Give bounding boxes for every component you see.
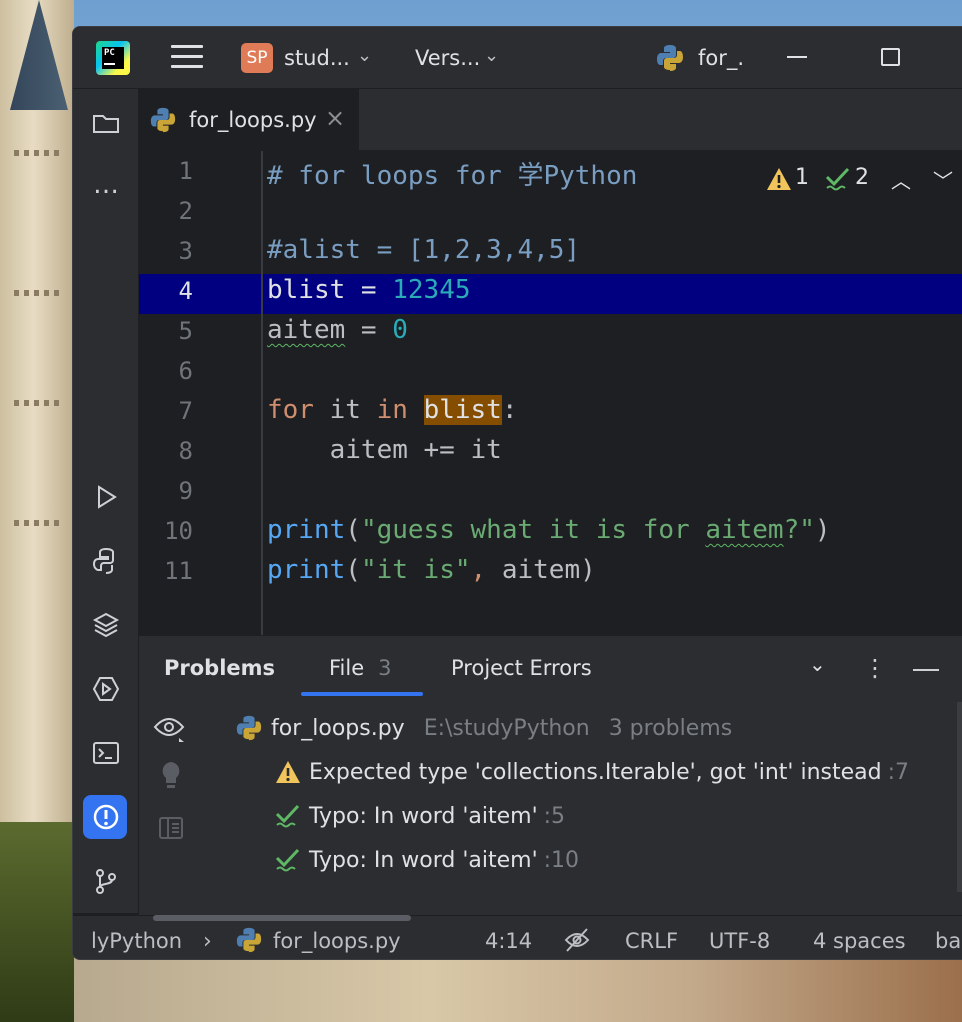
breadcrumb-separator: › xyxy=(203,929,212,954)
project-name[interactable]: stud... xyxy=(284,46,350,70)
eye-off-icon[interactable] xyxy=(563,926,591,954)
typos-count[interactable]: 2 xyxy=(855,165,869,190)
line-number: 3 xyxy=(178,237,193,265)
typo-check-icon xyxy=(275,804,300,828)
problem-item[interactable]: Typo: In word 'aitem':10 xyxy=(309,848,579,873)
python-console-icon[interactable] xyxy=(90,545,122,577)
git-icon[interactable] xyxy=(90,865,122,897)
line-number: 1 xyxy=(178,157,193,185)
caret-position[interactable]: 4:14 xyxy=(485,929,532,953)
tab-label: for_loops.py xyxy=(189,108,317,132)
editor-tabs: for_loops.py × ⋮ xyxy=(139,89,962,151)
tab-project-errors[interactable]: Project Errors xyxy=(451,656,592,680)
usage-highlight: blist xyxy=(423,395,502,425)
code-editor[interactable]: 1 2 3 4 5 6 7 8 9 10 11 # for loops for … xyxy=(139,151,962,635)
typo-aitem: aitem xyxy=(267,315,346,345)
eye-icon[interactable] xyxy=(153,714,187,744)
code-line-10: print("guess what it is for aitem?") xyxy=(267,515,831,545)
problem-item[interactable]: Typo: In word 'aitem':5 xyxy=(309,804,565,829)
chevron-down-icon[interactable]: ﹀ xyxy=(933,165,953,194)
tab-for-loops[interactable]: for_loops.py × xyxy=(139,89,359,151)
line-number-gutter: 1 2 3 4 5 6 7 8 9 10 11 xyxy=(139,151,263,635)
main-menu-icon[interactable] xyxy=(171,44,203,70)
tool-window-strip: … xyxy=(73,89,139,913)
python-file-icon xyxy=(236,927,262,953)
wallpaper-trees xyxy=(0,822,74,1022)
warnings-count[interactable]: 1 xyxy=(795,165,809,190)
code-line-5: aitem = 0 xyxy=(267,315,408,345)
line-number: 11 xyxy=(164,557,193,585)
panel-title: Problems xyxy=(164,656,276,680)
panel-options-icon[interactable]: ⋮ xyxy=(863,656,887,680)
warning-icon[interactable] xyxy=(766,167,792,191)
folder-icon[interactable] xyxy=(90,107,122,139)
indent-setting[interactable]: 4 spaces xyxy=(813,929,906,953)
wallpaper-castle-base xyxy=(74,958,962,1022)
typo-aitem: aitem xyxy=(705,515,784,545)
close-icon[interactable]: × xyxy=(325,104,345,132)
line-number: 9 xyxy=(178,477,193,505)
code-line-1: # for loops for 学Python xyxy=(267,161,638,191)
breadcrumb-file[interactable]: for_loops.py xyxy=(273,929,401,953)
minimize-button[interactable] xyxy=(787,56,807,58)
line-separator[interactable]: CRLF xyxy=(625,929,678,953)
code-line-11: print("it is", aitem) xyxy=(267,555,596,585)
problems-icon[interactable] xyxy=(90,801,122,833)
project-badge[interactable]: SP xyxy=(241,43,273,73)
file-encoding[interactable]: UTF-8 xyxy=(709,929,770,953)
line-number: 5 xyxy=(178,317,193,345)
run-icon[interactable] xyxy=(90,481,122,513)
code-line-8: aitem += it xyxy=(267,435,502,465)
chevron-up-icon[interactable]: ︿ xyxy=(891,165,911,194)
line-number: 2 xyxy=(178,197,193,225)
horizontal-scrollbar[interactable] xyxy=(153,915,411,921)
vcs-widget[interactable]: Vers... xyxy=(415,46,480,70)
code-line-3: #alist = [1,2,3,4,5] xyxy=(267,235,581,265)
line-number: 4 xyxy=(178,277,193,305)
python-file-icon xyxy=(236,715,262,741)
python-icon xyxy=(657,45,683,71)
breadcrumb-project[interactable]: lyPython xyxy=(91,929,182,953)
layers-icon[interactable] xyxy=(90,609,122,641)
line-number: 8 xyxy=(178,437,193,465)
typo-check-icon[interactable] xyxy=(825,167,851,191)
interpreter-widget[interactable]: ba xyxy=(935,929,961,953)
code-line-4: blist = 12345 xyxy=(267,275,471,305)
panel-scrollbar[interactable] xyxy=(957,702,962,892)
status-bar: lyPython › for_loops.py 4:14 CRLF UTF-8 … xyxy=(73,915,962,959)
preview-icon[interactable] xyxy=(157,814,185,842)
line-number: 6 xyxy=(178,357,193,385)
pycharm-logo-icon: PC xyxy=(96,41,130,75)
chevron-down-icon[interactable]: ⌄ xyxy=(809,652,826,676)
line-number: 10 xyxy=(164,517,193,545)
active-tab-indicator xyxy=(301,692,423,696)
problems-panel: Problems File 3 Project Errors ⌄ ⋮ for_lo… xyxy=(139,635,962,915)
terminal-icon[interactable] xyxy=(90,737,122,769)
tab-file[interactable]: File 3 xyxy=(329,656,392,680)
ide-window: PC SP stud... ⌄ Vers... ⌄ for_. … for_lo… xyxy=(72,26,962,960)
warning-icon xyxy=(276,761,300,783)
services-icon[interactable] xyxy=(90,673,122,705)
problem-item[interactable]: Expected type 'collections.Iterable', go… xyxy=(309,760,909,785)
code-line-7: for it in blist: xyxy=(267,395,518,425)
lightbulb-icon[interactable] xyxy=(159,760,183,794)
title-bar: PC SP stud... ⌄ Vers... ⌄ for_. xyxy=(73,27,962,89)
line-number: 7 xyxy=(178,397,193,425)
maximize-button[interactable] xyxy=(881,48,900,66)
chevron-down-icon[interactable]: ⌄ xyxy=(357,45,372,66)
typo-check-icon xyxy=(275,848,300,872)
chevron-down-icon[interactable]: ⌄ xyxy=(484,45,499,66)
more-tools-icon[interactable]: … xyxy=(90,169,122,201)
hide-panel-icon[interactable] xyxy=(913,669,939,671)
run-config-selector[interactable]: for_. xyxy=(698,46,744,70)
problem-file-row[interactable]: for_loops.py E:\studyPython 3 problems xyxy=(271,716,732,741)
python-file-icon xyxy=(150,107,176,133)
